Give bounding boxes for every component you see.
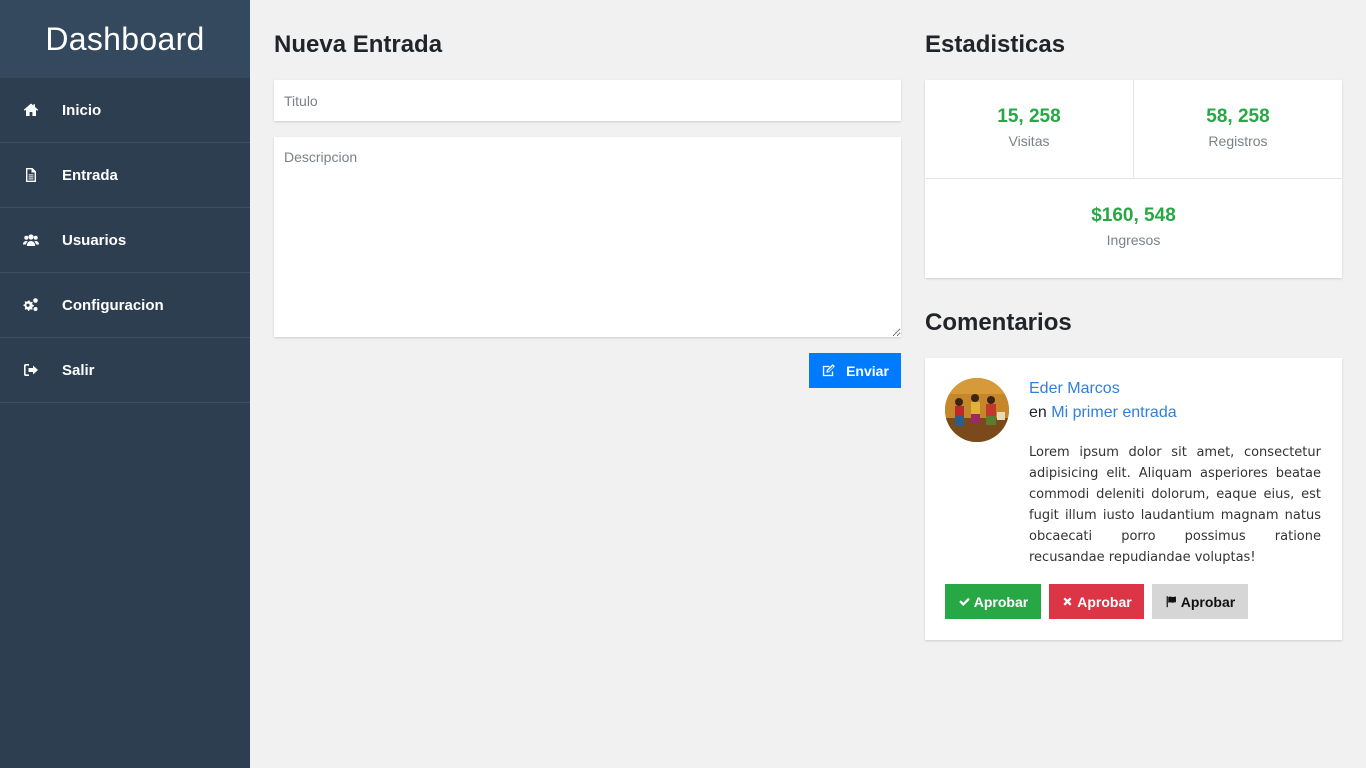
sidebar-item-inicio[interactable]: Inicio (0, 78, 250, 143)
comment-post-link[interactable]: Mi primer entrada (1051, 404, 1176, 421)
sidebar-item-label: Entrada (62, 166, 118, 184)
brand-title: Dashboard (45, 20, 205, 57)
sidebar-item-configuracion[interactable]: Configuracion (0, 273, 250, 338)
stat-ingresos: $160, 548 Ingresos (925, 179, 1342, 278)
stat-label: Visitas (1008, 133, 1050, 149)
sidebar-item-label: Configuracion (62, 296, 164, 314)
comment-meta: en Mi primer entrada (1029, 404, 1177, 422)
home-icon (23, 102, 39, 118)
sidebar: Dashboard Inicio Entrada Usuarios Config… (0, 0, 250, 768)
stats-title: Estadisticas (925, 31, 1066, 58)
comment-card: Eder Marcos en Mi primer entrada Lorem i… (925, 358, 1342, 640)
comments-title: Comentarios (925, 309, 1072, 336)
sidebar-item-label: Salir (62, 361, 95, 379)
sidebar-item-label: Usuarios (62, 231, 127, 249)
flag-button[interactable]: Aprobar (1152, 584, 1248, 619)
reject-button[interactable]: Aprobar (1049, 584, 1144, 619)
approve-button[interactable]: Aprobar (945, 584, 1041, 619)
main-content: Nueva Entrada Enviar Estadisticas 15, 25… (250, 0, 1366, 768)
submit-label: Enviar (846, 362, 889, 379)
sidebar-item-salir[interactable]: Salir (0, 338, 250, 403)
new-entry-title: Nueva Entrada (274, 31, 443, 58)
submit-button[interactable]: Enviar (809, 353, 901, 388)
reject-label: Aprobar (1077, 593, 1132, 610)
approve-label: Aprobar (973, 593, 1029, 610)
title-input[interactable] (274, 80, 901, 121)
sidebar-nav: Inicio Entrada Usuarios Configuracion Sa… (0, 78, 250, 403)
times-icon (1061, 595, 1074, 608)
sidebar-item-entrada[interactable]: Entrada (0, 143, 250, 208)
avatar (945, 378, 1009, 442)
description-textarea[interactable] (274, 137, 901, 337)
edit-icon (821, 363, 836, 378)
document-icon (23, 167, 39, 183)
stats-card: 15, 258 Visitas 58, 258 Registros $160, … (925, 80, 1342, 278)
users-icon (23, 232, 39, 248)
stat-value: 15, 258 (997, 106, 1061, 127)
sign-out-icon (23, 362, 39, 378)
comment-author-link[interactable]: Eder Marcos (1029, 380, 1120, 398)
comment-prefix: en (1029, 404, 1047, 421)
stat-registros: 58, 258 Registros (1134, 80, 1342, 179)
stat-value: $160, 548 (1091, 205, 1176, 226)
stat-visitas: 15, 258 Visitas (925, 80, 1134, 179)
flag-icon (1165, 595, 1178, 608)
stat-label: Ingresos (1106, 232, 1161, 248)
gears-icon (23, 297, 39, 313)
flag-label: Aprobar (1180, 593, 1236, 610)
sidebar-brand: Dashboard (0, 0, 250, 78)
sidebar-item-usuarios[interactable]: Usuarios (0, 208, 250, 273)
sidebar-item-label: Inicio (62, 101, 102, 119)
stat-value: 58, 258 (1206, 106, 1270, 127)
comment-text: Lorem ipsum dolor sit amet, consectetur … (1029, 445, 1321, 565)
stat-label: Registros (1208, 133, 1268, 149)
check-icon (958, 595, 971, 608)
